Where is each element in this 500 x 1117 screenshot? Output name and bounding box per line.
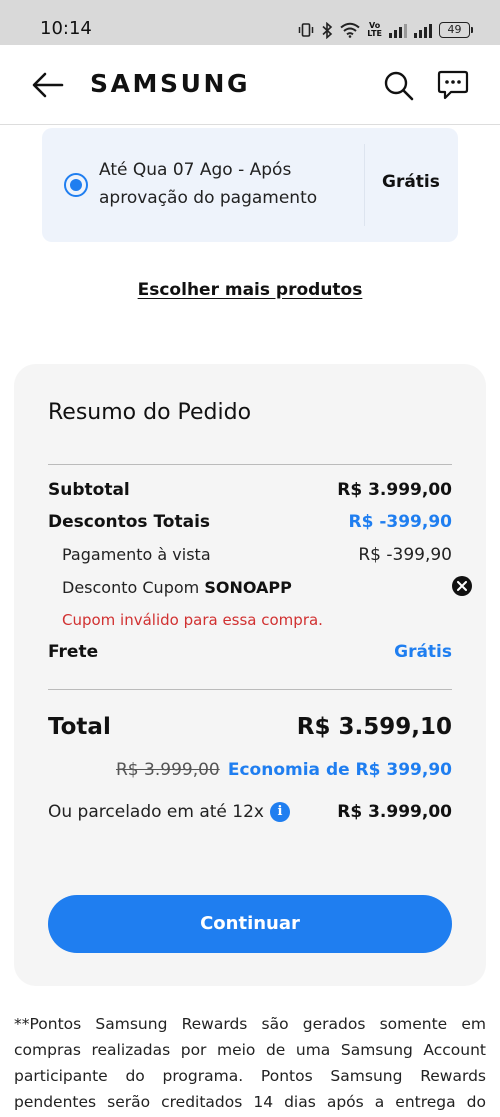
delivery-price: Grátis — [382, 172, 440, 192]
coupon-row: Desconto Cupom SONOAPP — [62, 578, 292, 597]
delivery-divider — [364, 144, 365, 226]
wifi-icon — [340, 22, 360, 38]
divider — [48, 464, 452, 465]
status-time: 10:14 — [40, 18, 92, 39]
volte-icon: Vo LTE — [367, 22, 382, 38]
total-label: Total — [48, 714, 111, 740]
coupon-label: Desconto Cupom — [62, 578, 200, 597]
delivery-option-text: Até Qua 07 Ago - Após aprovação do pagam… — [99, 160, 318, 208]
chat-icon — [437, 70, 469, 100]
subtotal-value: R$ 3.999,00 — [337, 480, 452, 500]
coupon-code: SONOAPP — [204, 578, 292, 597]
search-button[interactable] — [382, 69, 416, 103]
coupon-error-message: Cupom inválido para essa compra. — [62, 611, 323, 629]
summary-title: Resumo do Pedido — [48, 400, 252, 425]
installments-value: R$ 3.999,00 — [337, 802, 452, 822]
continue-button[interactable]: Continuar — [48, 895, 452, 953]
shipping-label: Frete — [48, 642, 99, 662]
cash-payment-value: R$ -399,90 — [358, 545, 452, 565]
signal-icon — [389, 23, 407, 38]
delivery-option[interactable]: Até Qua 07 Ago - Após aprovação do pagam… — [42, 128, 458, 242]
close-icon — [457, 581, 467, 591]
signal-icon — [414, 23, 432, 38]
cash-payment-label: Pagamento à vista — [62, 545, 211, 564]
bluetooth-icon — [322, 21, 333, 39]
installments-label: Ou parcelado em até 12x — [48, 802, 264, 822]
back-button[interactable] — [30, 69, 66, 101]
samsung-logo[interactable]: SAMSUNG — [90, 69, 250, 98]
order-summary-card: Resumo do Pedido Subtotal R$ 3.999,00 De… — [14, 364, 486, 986]
savings-text: Economia de R$ 399,90 — [227, 760, 452, 780]
delivery-radio-selected[interactable] — [64, 173, 88, 197]
more-products-link[interactable]: Escolher mais produtos — [0, 280, 500, 300]
total-value: R$ 3.599,10 — [296, 714, 452, 740]
discounts-value: R$ -399,90 — [348, 512, 453, 532]
app-header: SAMSUNG — [0, 45, 500, 125]
back-arrow-icon — [32, 72, 64, 98]
discounts-label: Descontos Totais — [48, 512, 211, 532]
original-price: R$ 3.999,00 — [116, 760, 220, 780]
vibrate-icon — [299, 23, 314, 37]
subtotal-label: Subtotal — [48, 480, 130, 500]
chat-button[interactable] — [436, 68, 470, 102]
shipping-value: Grátis — [394, 642, 452, 662]
volte-bottom-label: LTE — [367, 29, 382, 38]
battery-icon: 49 — [439, 22, 473, 38]
installments-row: Ou parcelado em até 12x i — [48, 802, 290, 822]
status-bar: 10:14 Vo LTE 49 — [0, 0, 500, 45]
divider — [48, 689, 452, 690]
remove-coupon-button[interactable] — [452, 576, 472, 596]
search-icon — [384, 71, 414, 101]
rewards-footnote: **Pontos Samsung Rewards são gerados som… — [14, 1015, 486, 1111]
info-icon[interactable]: i — [270, 802, 290, 822]
status-icons: Vo LTE 49 — [298, 19, 473, 41]
